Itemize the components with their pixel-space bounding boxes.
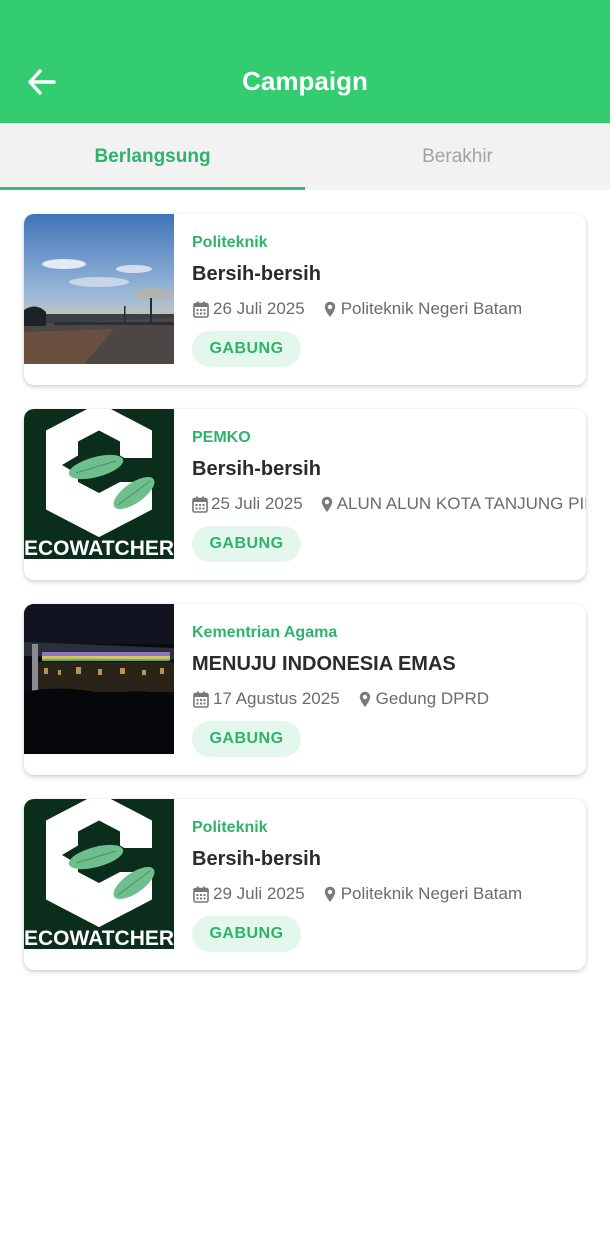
campaign-location: Politeknik Negeri Batam (340, 299, 523, 318)
campaign-category: Politeknik (192, 234, 268, 251)
location-pin-icon (323, 885, 337, 903)
campaign-category: Politeknik (192, 819, 268, 836)
campaign-location: Politeknik Negeri Batam (340, 884, 523, 903)
location-pin-icon (323, 300, 337, 318)
campaign-info: PEMKO Bersih-bersih 25 Juli 2025 ALUN AL… (192, 429, 586, 562)
join-button[interactable]: GABUNG (192, 721, 301, 757)
campaign-title: MENUJU INDONESIA EMAS (192, 653, 456, 675)
tab-berlangsung[interactable]: Berlangsung (0, 123, 305, 190)
app-bar: Campaign (0, 0, 610, 123)
location-pin-icon (321, 495, 333, 513)
campaign-title: Bersih-bersih (192, 263, 321, 285)
calendar-icon (192, 300, 210, 318)
page-title: Campaign (242, 66, 368, 96)
campaign-location: Gedung DPRD (375, 689, 490, 708)
campaign-info: Politeknik Bersih-bersih 26 Juli 2025 Po… (192, 234, 586, 367)
campaign-card[interactable]: Politeknik Bersih-bersih 26 Juli 2025 Po… (24, 214, 586, 385)
campaign-list: Politeknik Bersih-bersih 26 Juli 2025 Po… (24, 214, 586, 994)
campaign-location: ALUN ALUN KOTA TANJUNG PINANG (336, 494, 586, 513)
ecowatcher-logo-image: ECOWATCHER (24, 799, 174, 949)
logo-text: ECOWATCHER (24, 537, 174, 559)
tab-berakhir[interactable]: Berakhir (305, 123, 610, 190)
campaign-date: 29 Juli 2025 (213, 884, 305, 903)
join-button[interactable]: GABUNG (192, 331, 301, 367)
campaign-info: Kementrian Agama MENUJU INDONESIA EMAS 1… (192, 624, 586, 757)
campaign-date: 17 Agustus 2025 (213, 689, 340, 708)
campaign-title: Bersih-bersih (192, 458, 321, 480)
campaign-title: Bersih-bersih (192, 848, 321, 870)
campaign-category: Kementrian Agama (192, 624, 338, 641)
campaign-card[interactable]: Kementrian Agama MENUJU INDONESIA EMAS 1… (24, 604, 586, 775)
campaign-meta: 25 Juli 2025 ALUN ALUN KOTA TANJUNG PINA… (192, 492, 586, 516)
campaign-meta: 29 Juli 2025 Politeknik Negeri Batam (192, 882, 586, 906)
ecowatcher-logo-image: ECOWATCHER (24, 409, 174, 559)
campaign-card[interactable]: ECOWATCHER PEMKO Bersih-bersih 25 Juli 2… (24, 409, 586, 580)
campaign-category: PEMKO (192, 429, 251, 446)
campaign-info: Politeknik Bersih-bersih 29 Juli 2025 Po… (192, 819, 586, 952)
campaign-image-night-building (24, 604, 174, 754)
logo-text: ECOWATCHER (24, 927, 174, 949)
campaign-image-sunset (24, 214, 174, 364)
location-pin-icon (358, 690, 372, 708)
calendar-icon (192, 690, 210, 708)
campaign-meta: 17 Agustus 2025 Gedung DPRD (192, 687, 586, 711)
calendar-icon (192, 495, 208, 513)
calendar-icon (192, 885, 210, 903)
join-button[interactable]: GABUNG (192, 916, 301, 952)
campaign-card[interactable]: ECOWATCHER Politeknik Bersih-bersih 29 J… (24, 799, 586, 970)
campaign-meta: 26 Juli 2025 Politeknik Negeri Batam (192, 297, 586, 321)
tab-bar: Berlangsung Berakhir (0, 123, 610, 190)
campaign-date: 25 Juli 2025 (211, 494, 303, 513)
campaign-date: 26 Juli 2025 (213, 299, 305, 318)
join-button[interactable]: GABUNG (192, 526, 301, 562)
